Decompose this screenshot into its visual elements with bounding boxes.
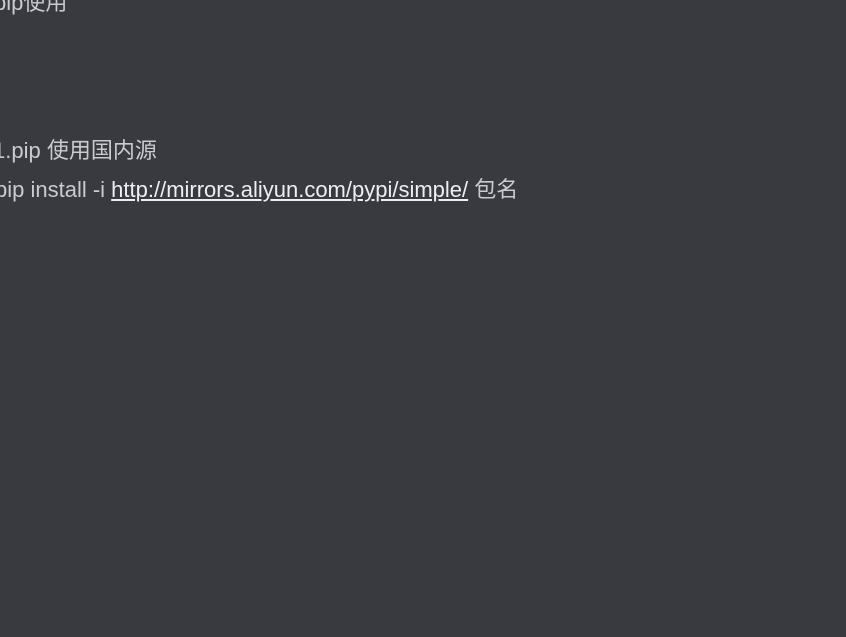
command-prefix: pip install -i: [0, 177, 112, 202]
page-heading: pip使用: [0, 0, 68, 15]
command-suffix: 包名: [468, 177, 519, 202]
mirror-url-link[interactable]: http://mirrors.aliyun.com/pypi/simple/: [111, 177, 468, 202]
section-title: 1.pip 使用国内源: [0, 138, 157, 163]
document-page: pip使用 1.pip 使用国内源 pip install -i http://…: [0, 0, 846, 637]
pip-command-line: pip install -i http://mirrors.aliyun.com…: [0, 177, 518, 203]
